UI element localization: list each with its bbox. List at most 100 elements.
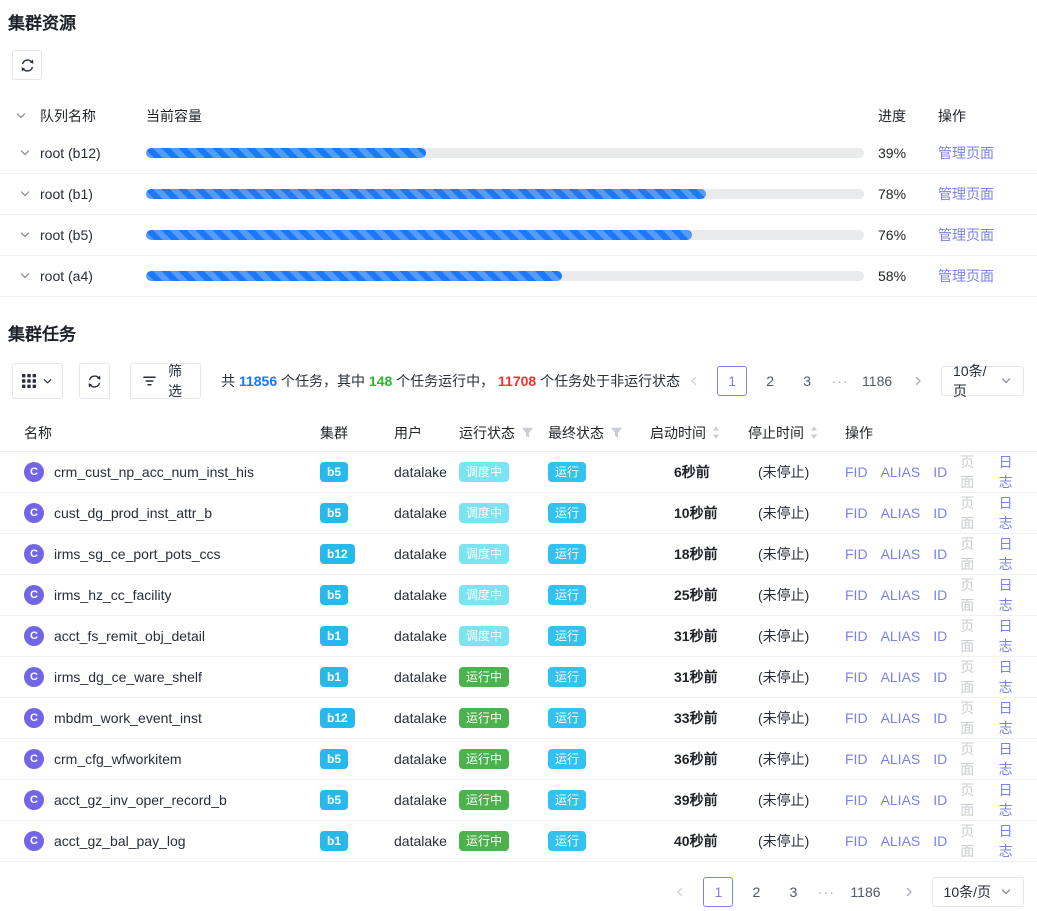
funnel-filter-icon[interactable] bbox=[610, 427, 623, 439]
chevron-down-icon[interactable] bbox=[18, 146, 32, 160]
page-button-2[interactable]: 2 bbox=[756, 366, 784, 396]
refresh-resources-button[interactable] bbox=[12, 50, 42, 80]
id-link[interactable]: ID bbox=[933, 505, 947, 521]
alias-link[interactable]: ALIAS bbox=[881, 464, 921, 480]
summary-text: 个任务，其中 bbox=[277, 373, 369, 389]
page-button-3[interactable]: 3 bbox=[793, 366, 821, 396]
log-link[interactable]: 日志 bbox=[999, 821, 1024, 861]
manage-page-link[interactable]: 管理页面 bbox=[938, 266, 1024, 286]
fid-link[interactable]: FID bbox=[845, 505, 868, 521]
page-ellipsis[interactable]: ··· bbox=[816, 884, 836, 900]
stop-time-header-label: 停止时间 bbox=[748, 423, 804, 443]
id-link[interactable]: ID bbox=[933, 628, 947, 644]
page-button-2[interactable]: 2 bbox=[742, 877, 770, 907]
alias-link[interactable]: ALIAS bbox=[881, 751, 921, 767]
sorter-icon[interactable] bbox=[810, 426, 818, 439]
next-page-button[interactable] bbox=[895, 877, 923, 907]
fid-link[interactable]: FID bbox=[845, 833, 868, 849]
fid-link[interactable]: FID bbox=[845, 710, 868, 726]
fid-link[interactable]: FID bbox=[845, 751, 868, 767]
page-link-disabled: 页面 bbox=[960, 534, 985, 574]
alias-link[interactable]: ALIAS bbox=[881, 628, 921, 644]
chevron-right-icon bbox=[903, 886, 915, 898]
action-header: 操作 bbox=[938, 106, 1024, 126]
task-user: datalake bbox=[394, 792, 459, 808]
chevron-down-icon[interactable] bbox=[18, 269, 32, 283]
id-link[interactable]: ID bbox=[933, 751, 947, 767]
id-link[interactable]: ID bbox=[933, 792, 947, 808]
page-size-select[interactable]: 10条/页 bbox=[941, 366, 1024, 396]
task-row: C acct_gz_inv_oper_record_b b5 datalake … bbox=[0, 780, 1037, 821]
sorter-icon[interactable] bbox=[712, 426, 720, 439]
alias-link[interactable]: ALIAS bbox=[881, 792, 921, 808]
alias-link[interactable]: ALIAS bbox=[881, 587, 921, 603]
alias-link[interactable]: ALIAS bbox=[881, 710, 921, 726]
chevron-down-icon[interactable] bbox=[14, 109, 28, 123]
log-link[interactable]: 日志 bbox=[999, 657, 1024, 697]
fid-link[interactable]: FID bbox=[845, 792, 868, 808]
log-link[interactable]: 日志 bbox=[999, 452, 1024, 492]
id-link[interactable]: ID bbox=[933, 669, 947, 685]
page-button-last[interactable]: 1186 bbox=[859, 366, 895, 396]
final-status-badge: 运行 bbox=[548, 667, 586, 687]
log-link[interactable]: 日志 bbox=[999, 534, 1024, 574]
refresh-tasks-button[interactable] bbox=[79, 363, 110, 399]
page-button-1[interactable]: 1 bbox=[717, 366, 747, 396]
queue-name: root (b12) bbox=[40, 145, 146, 161]
fid-link[interactable]: FID bbox=[845, 464, 868, 480]
cluster-dashboard: 集群资源 队列名称 当前容量 进度 操作 root (b12) 39 bbox=[0, 0, 1037, 911]
id-link[interactable]: ID bbox=[933, 587, 947, 603]
chevron-down-icon bbox=[1000, 375, 1012, 387]
alias-link[interactable]: ALIAS bbox=[881, 669, 921, 685]
task-name: acct_fs_remit_obj_detail bbox=[54, 628, 205, 644]
task-user: datalake bbox=[394, 628, 459, 644]
columns-dropdown-button[interactable] bbox=[12, 363, 63, 399]
log-link[interactable]: 日志 bbox=[999, 493, 1024, 533]
chevron-down-icon[interactable] bbox=[18, 228, 32, 242]
capacity-progress-bar bbox=[146, 271, 866, 281]
id-link[interactable]: ID bbox=[933, 464, 947, 480]
task-user: datalake bbox=[394, 546, 459, 562]
capacity-progress-bar bbox=[146, 189, 866, 199]
fid-link[interactable]: FID bbox=[845, 669, 868, 685]
funnel-filter-icon[interactable] bbox=[521, 427, 534, 439]
log-link[interactable]: 日志 bbox=[999, 575, 1024, 615]
start-time: 6秒前 bbox=[650, 462, 748, 482]
prev-page-button[interactable] bbox=[680, 366, 708, 396]
task-name: acct_gz_inv_oper_record_b bbox=[54, 792, 227, 808]
log-link[interactable]: 日志 bbox=[999, 616, 1024, 656]
task-avatar: C bbox=[24, 831, 44, 851]
log-link[interactable]: 日志 bbox=[999, 780, 1024, 820]
alias-link[interactable]: ALIAS bbox=[881, 546, 921, 562]
filter-button[interactable]: 筛选 bbox=[130, 363, 201, 399]
chevron-down-icon[interactable] bbox=[18, 187, 32, 201]
task-user: datalake bbox=[394, 505, 459, 521]
page-link-disabled: 页面 bbox=[960, 493, 985, 533]
page-button-1[interactable]: 1 bbox=[703, 877, 733, 907]
manage-page-link[interactable]: 管理页面 bbox=[938, 184, 1024, 204]
fid-link[interactable]: FID bbox=[845, 587, 868, 603]
fid-link[interactable]: FID bbox=[845, 628, 868, 644]
run-status-badge: 调度中 bbox=[459, 462, 509, 482]
id-link[interactable]: ID bbox=[933, 710, 947, 726]
start-time: 39秒前 bbox=[650, 790, 748, 810]
prev-page-button[interactable] bbox=[666, 877, 694, 907]
manage-page-link[interactable]: 管理页面 bbox=[938, 225, 1024, 245]
pagination-bottom: 123 ··· 1186 10条/页 bbox=[666, 877, 1024, 907]
id-link[interactable]: ID bbox=[933, 546, 947, 562]
manage-page-link[interactable]: 管理页面 bbox=[938, 143, 1024, 163]
fid-link[interactable]: FID bbox=[845, 546, 868, 562]
next-page-button[interactable] bbox=[904, 366, 932, 396]
page-button-last[interactable]: 1186 bbox=[845, 877, 885, 907]
stop-time: (未停止) bbox=[748, 667, 845, 687]
capacity-header: 当前容量 bbox=[146, 106, 866, 126]
final-status-badge: 运行 bbox=[548, 503, 586, 523]
id-link[interactable]: ID bbox=[933, 833, 947, 849]
page-ellipsis[interactable]: ··· bbox=[830, 373, 850, 389]
alias-link[interactable]: ALIAS bbox=[881, 505, 921, 521]
log-link[interactable]: 日志 bbox=[999, 739, 1024, 779]
page-button-3[interactable]: 3 bbox=[779, 877, 807, 907]
alias-link[interactable]: ALIAS bbox=[881, 833, 921, 849]
log-link[interactable]: 日志 bbox=[999, 698, 1024, 738]
page-size-select[interactable]: 10条/页 bbox=[932, 877, 1024, 907]
